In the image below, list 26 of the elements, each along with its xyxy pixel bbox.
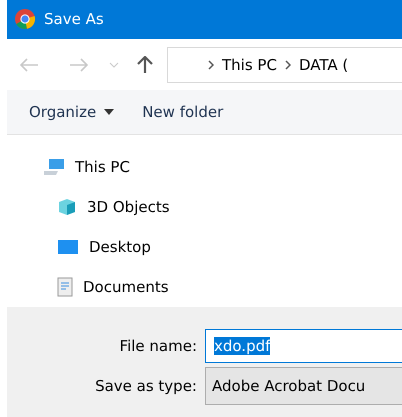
address-bar[interactable]: This PC DATA ( <box>167 46 402 83</box>
tree-item[interactable]: Documents <box>7 267 402 308</box>
up-arrow-icon[interactable] <box>137 56 153 74</box>
file-name-label: File name: <box>118 337 197 356</box>
tree-item[interactable]: This PC <box>7 147 402 188</box>
breadcrumb[interactable]: DATA ( <box>298 56 348 74</box>
type-label: Save as type: <box>94 377 197 396</box>
computer-icon <box>43 158 65 176</box>
chevron-right-icon <box>208 60 214 70</box>
forward-icon[interactable] <box>69 58 89 72</box>
desktop-icon <box>57 239 79 256</box>
chevron-down-icon[interactable] <box>109 62 119 68</box>
file-name-field[interactable]: xdo.pdf <box>205 329 402 364</box>
organize-button[interactable]: Organize <box>29 103 114 122</box>
document-icon <box>57 277 73 298</box>
file-type-dropdown[interactable]: Adobe Acrobat Docu <box>205 367 402 406</box>
breadcrumb[interactable]: This PC <box>222 56 277 74</box>
new-folder-button[interactable]: New folder <box>142 103 224 122</box>
browser-logo-icon <box>14 8 36 30</box>
chevron-right-icon <box>284 60 291 70</box>
tree-item[interactable]: Desktop <box>7 227 402 268</box>
cube-icon <box>57 197 77 218</box>
tree-item[interactable]: 3D Objects <box>7 187 402 228</box>
window-title: Save As <box>44 10 104 28</box>
caret-icon <box>104 109 114 116</box>
back-icon[interactable] <box>19 58 39 72</box>
